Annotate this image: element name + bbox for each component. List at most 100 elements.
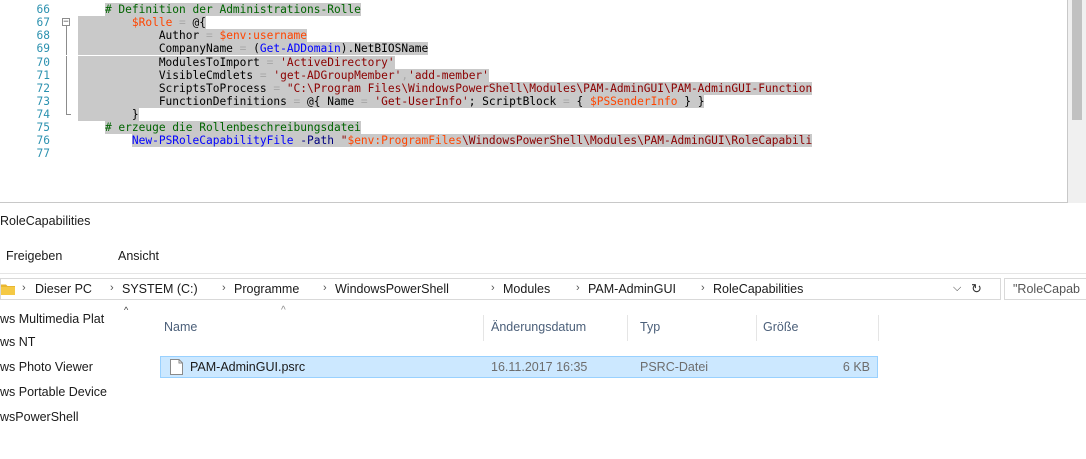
line-number: 67 bbox=[36, 16, 50, 30]
search-input[interactable]: "RoleCapab bbox=[1013, 282, 1080, 296]
code-token: = bbox=[273, 81, 287, 95]
code-text[interactable]: New-PSRoleCapabilityFile -Path "$env:Pro… bbox=[78, 134, 813, 148]
line-number: 66 bbox=[36, 3, 50, 17]
code-token: } } bbox=[677, 94, 705, 108]
editor-vertical-scrollbar[interactable] bbox=[1068, 0, 1086, 203]
code-token: = bbox=[266, 55, 281, 69]
code-text[interactable]: CompanyName = (Get-ADDomain).NetBIOSName bbox=[78, 42, 429, 56]
tab-ansicht[interactable]: Ansicht bbox=[118, 249, 159, 263]
code-text[interactable]: FunctionDefinitions = @{ Name = 'Get-Use… bbox=[78, 94, 705, 108]
code-token: $env:ProgramFiles bbox=[347, 134, 462, 148]
code-text[interactable]: # erzeuge die Rollenbeschreibungsdatei bbox=[78, 121, 361, 134]
fold-guide bbox=[66, 42, 67, 56]
code-token: FunctionDefinitions bbox=[78, 94, 294, 108]
chevron-right-icon[interactable]: › bbox=[222, 282, 226, 294]
column-header-name[interactable]: Name bbox=[164, 320, 197, 334]
file-date: 16.11.2017 16:35 bbox=[491, 360, 588, 374]
file-type: PSRC-Datei bbox=[640, 360, 709, 374]
line-number: 69 bbox=[36, 42, 50, 56]
file-list[interactable]: ^ Name Änderungsdatum Typ Größe PAM-Admi… bbox=[145, 305, 1086, 459]
code-line[interactable]: 68 Author = $env:username bbox=[0, 29, 1067, 43]
line-number: 72 bbox=[36, 81, 50, 95]
tab-freigeben[interactable]: Freigeben bbox=[6, 249, 62, 263]
code-token: 'Get-UserInfo' bbox=[374, 94, 469, 108]
chevron-down-icon[interactable]: ⌵ bbox=[953, 282, 961, 295]
code-line[interactable]: 76 New-PSRoleCapabilityFile -Path "$env:… bbox=[0, 134, 1067, 148]
breadcrumb-pam-admingui[interactable]: PAM-AdminGUI bbox=[588, 282, 676, 296]
breadcrumb-dieser-pc[interactable]: Dieser PC bbox=[35, 282, 92, 296]
code-text[interactable]: ScriptsToProcess = "C:\Program Files\Win… bbox=[78, 81, 813, 95]
file-icon bbox=[170, 359, 183, 375]
column-divider[interactable] bbox=[483, 315, 484, 341]
code-line[interactable]: 72 ScriptsToProcess = "C:\Program Files\… bbox=[0, 81, 1067, 95]
ribbon-tabs: Freigeben Ansicht bbox=[0, 239, 1086, 274]
column-divider[interactable] bbox=[756, 315, 757, 341]
search-box[interactable]: "RoleCapab bbox=[1004, 278, 1086, 300]
chevron-right-icon[interactable]: › bbox=[576, 282, 580, 294]
file-size: 6 KB bbox=[842, 360, 870, 374]
code-line[interactable]: 73 FunctionDefinitions = @{ Name = 'Get-… bbox=[0, 94, 1067, 108]
nav-item-windowspowershell[interactable]: wsPowerShell bbox=[0, 410, 79, 424]
code-line[interactable]: 66 # Definition der Administrations-Roll… bbox=[0, 3, 1067, 17]
breadcrumb-windowspowershell[interactable]: WindowsPowerShell bbox=[335, 282, 449, 296]
breadcrumb-programme[interactable]: Programme bbox=[234, 282, 299, 296]
fold-guide bbox=[66, 55, 67, 69]
chevron-right-icon[interactable]: › bbox=[110, 282, 114, 294]
code-text[interactable]: ModulesToImport = 'ActiveDirectory' bbox=[78, 55, 395, 69]
code-line[interactable]: 70 ModulesToImport = 'ActiveDirectory' bbox=[0, 55, 1067, 69]
line-number: 77 bbox=[36, 147, 50, 161]
breadcrumb-system-c[interactable]: SYSTEM (C:) bbox=[122, 282, 198, 296]
scroll-up-icon[interactable]: ^ bbox=[124, 305, 128, 315]
nav-item-photo-viewer[interactable]: ws Photo Viewer bbox=[0, 360, 93, 374]
code-line[interactable]: 74 } bbox=[0, 107, 1067, 121]
code-line[interactable]: 71 VisibleCmdlets = 'get-ADGroupMember',… bbox=[0, 68, 1067, 82]
column-header-date[interactable]: Änderungsdatum bbox=[491, 320, 586, 334]
code-token: CompanyName bbox=[78, 42, 240, 56]
fold-guide bbox=[66, 81, 67, 95]
chevron-right-icon[interactable]: › bbox=[701, 282, 705, 294]
script-editor-pane[interactable]: 6566 # Definition der Administrations-Ro… bbox=[0, 0, 1068, 203]
code-token: $env:username bbox=[219, 29, 308, 43]
breadcrumb-modules[interactable]: Modules bbox=[503, 282, 550, 296]
code-line[interactable]: 77 bbox=[0, 147, 1067, 161]
collapse-icon[interactable]: − bbox=[62, 18, 70, 27]
code-token: = bbox=[563, 94, 577, 108]
code-token: = bbox=[259, 68, 274, 82]
script-editor[interactable]: 6566 # Definition der Administrations-Ro… bbox=[0, 0, 1086, 203]
nav-item-nt[interactable]: ws NT bbox=[0, 335, 35, 349]
code-text[interactable]: Author = $env:username bbox=[78, 29, 308, 43]
table-row[interactable]: PAM-AdminGUI.psrc 16.11.2017 16:35 PSRC-… bbox=[160, 356, 878, 378]
code-line[interactable]: 75 # erzeuge die Rollenbeschreibungsdate… bbox=[0, 121, 1067, 134]
navigation-pane[interactable]: ^ ws Multimedia Plat ws NT ws Photo View… bbox=[0, 305, 145, 459]
nav-item-portable-devices[interactable]: ws Portable Device bbox=[0, 385, 107, 399]
refresh-icon[interactable]: ↻ bbox=[971, 281, 982, 297]
file-name[interactable]: PAM-AdminGUI.psrc bbox=[190, 360, 305, 374]
chevron-right-icon[interactable]: › bbox=[323, 282, 327, 294]
code-token: 'ActiveDirectory' bbox=[280, 55, 395, 69]
code-text[interactable]: $Rolle = @{ bbox=[78, 16, 207, 30]
breadcrumb-rolecapabilities[interactable]: RoleCapabilities bbox=[713, 282, 803, 296]
code-line[interactable]: 69 CompanyName = (Get-ADDomain).NetBIOSN… bbox=[0, 42, 1067, 56]
chevron-right-icon[interactable]: › bbox=[22, 282, 26, 294]
code-token: New-PSRoleCapabilityFile bbox=[131, 134, 294, 148]
line-number: 70 bbox=[36, 55, 50, 69]
code-token: ; ScriptBlock bbox=[468, 94, 563, 108]
code-token: ModulesToImport bbox=[78, 55, 267, 69]
code-text[interactable]: } bbox=[78, 107, 139, 121]
column-divider[interactable] bbox=[878, 315, 879, 341]
code-token: = bbox=[239, 42, 254, 56]
title-bar: RoleCapabilities bbox=[0, 203, 1086, 239]
code-text[interactable]: # Definition der Administrations-Rolle bbox=[78, 3, 361, 17]
nav-item-multimedia-platforms[interactable]: ws Multimedia Plat bbox=[0, 312, 104, 326]
code-token: # erzeuge die Rollenbeschreibungsdatei bbox=[104, 121, 361, 134]
column-divider[interactable] bbox=[627, 315, 628, 341]
code-line[interactable]: 67 − $Rolle = @{ bbox=[0, 16, 1067, 30]
code-text[interactable]: VisibleCmdlets = 'get-ADGroupMember','ad… bbox=[78, 68, 489, 82]
editor-scrollbar-thumb[interactable] bbox=[1072, 0, 1082, 120]
column-header-size[interactable]: Größe bbox=[763, 320, 798, 334]
chevron-right-icon[interactable]: › bbox=[491, 282, 495, 294]
address-bar[interactable]: › Dieser PC › SYSTEM (C:) › Programme › … bbox=[0, 278, 1001, 300]
column-header-type[interactable]: Typ bbox=[640, 320, 660, 334]
